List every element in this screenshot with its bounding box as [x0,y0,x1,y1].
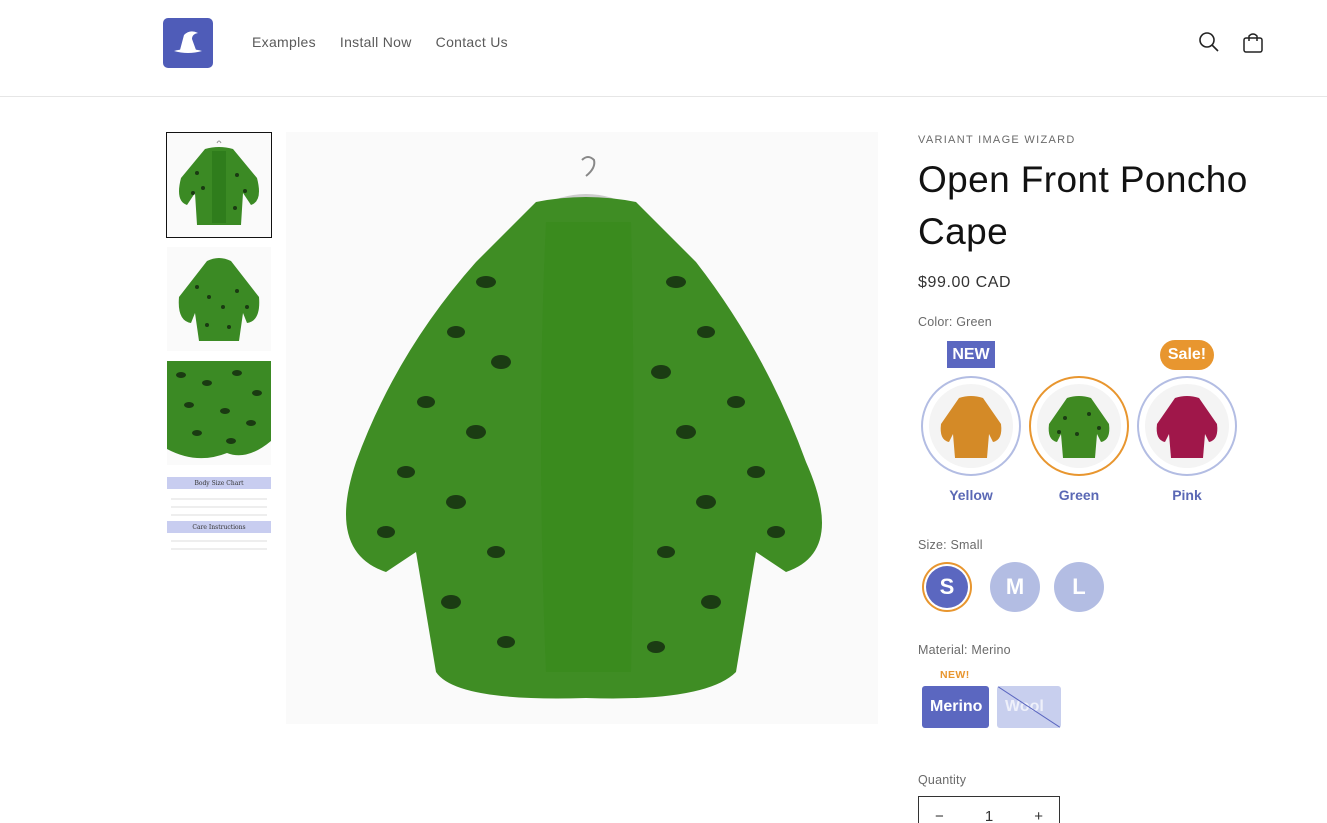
care-instructions-title: Care Instructions [192,524,245,531]
swatch-image-pink[interactable] [1137,376,1237,476]
material-new-badge: NEW! [940,669,970,681]
color-name-pink: Pink [1172,487,1202,503]
site-header: Examples Install Now Contact Us [0,0,1327,97]
quantity-increase-button[interactable]: + [1034,808,1043,823]
size-button-l[interactable]: L [1054,562,1104,612]
cart-icon[interactable] [1241,31,1263,53]
new-badge: NEW [947,341,995,368]
unavailable-strike-icon [997,686,1061,728]
nav-link-install-now[interactable]: Install Now [340,34,412,50]
quantity-input[interactable]: 1 [985,808,993,823]
color-name-green: Green [1058,487,1100,503]
product-title-line1: Open Front Poncho [918,159,1248,200]
material-button-wool[interactable]: Wool [997,686,1061,728]
material-options: Merino Wool [922,686,1061,728]
size-options: S M L [922,562,1104,612]
thumbnail-3[interactable] [167,361,271,465]
color-option-label: Color: Green [918,315,992,329]
size-button-s[interactable]: S [926,566,968,608]
product-price: $99.00 CAD [918,274,1012,291]
swatch-image-green[interactable] [1029,376,1129,476]
product-vendor: VARIANT IMAGE WIZARD [918,134,1076,146]
quantity-label: Quantity [918,773,967,787]
main-nav: Examples Install Now Contact Us [252,34,508,50]
product-info: VARIANT IMAGE WIZARD Open Front Poncho C… [918,132,1278,823]
size-button-m[interactable]: M [990,562,1040,612]
size-option-label: Size: Small [918,538,983,552]
search-icon[interactable] [1198,31,1220,53]
nav-link-examples[interactable]: Examples [252,34,316,50]
color-name-yellow: Yellow [949,487,993,503]
quantity-decrease-button[interactable]: − [935,808,944,823]
size-chart-title: Body Size Chart [194,480,244,487]
nav-link-contact-us[interactable]: Contact Us [436,34,508,50]
sale-badge: Sale! [1160,340,1214,370]
material-option-label: Material: Merino [918,643,1011,657]
thumbnail-1[interactable] [166,132,272,238]
product-title-line2: Cape [918,211,1009,252]
wizard-hat-icon[interactable] [163,18,213,68]
swatch-image-yellow[interactable] [921,376,1021,476]
material-button-merino[interactable]: Merino [922,686,989,728]
main-product-image[interactable] [286,132,878,724]
product-title: Open Front Poncho Cape [918,154,1278,258]
thumbnail-gallery: Body Size Chart Care Instructions [166,132,273,589]
thumbnail-2[interactable] [167,247,271,351]
quantity-stepper: − 1 + [918,796,1060,823]
thumbnail-size-chart[interactable]: Body Size Chart Care Instructions [167,475,271,579]
